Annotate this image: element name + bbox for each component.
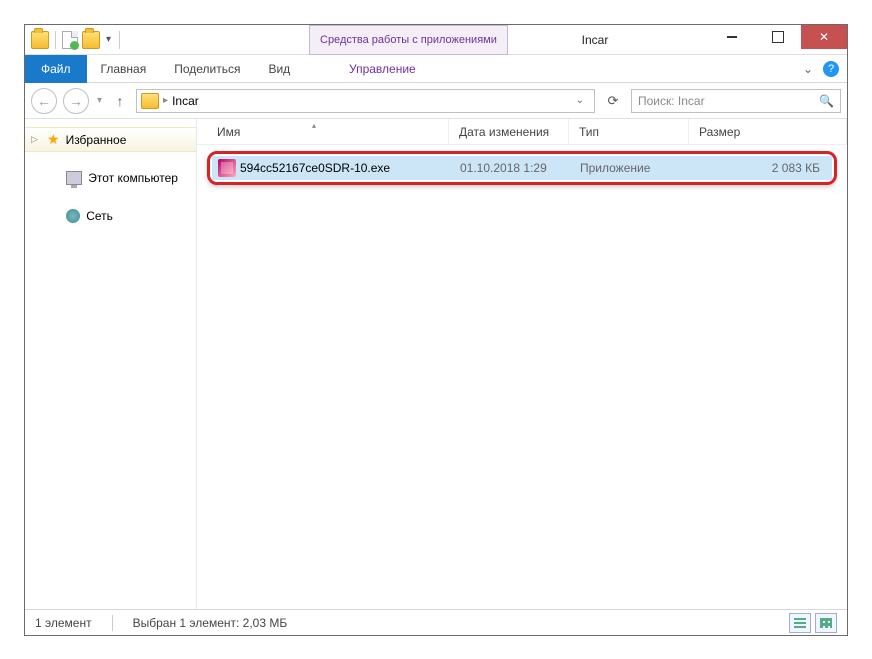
file-size: 2 083 КБ xyxy=(700,161,832,175)
up-button[interactable]: ↑ xyxy=(110,93,130,109)
properties-icon[interactable] xyxy=(62,31,78,49)
help-icon[interactable]: ? xyxy=(823,61,839,77)
search-icon: 🔍 xyxy=(819,94,834,108)
computer-icon xyxy=(66,171,82,185)
navigation-bar: ← → ▾ ↑ ▸ Incar ⌄ ⟳ Поиск: Incar 🔍 xyxy=(25,83,847,119)
navigation-pane: ▷ ★ Избранное ▷ Этот компьютер ▷ Сеть xyxy=(25,119,197,609)
sidebar-label: Этот компьютер xyxy=(88,171,178,185)
sidebar-label: Избранное xyxy=(66,133,127,147)
sort-indicator-icon: ▴ xyxy=(312,121,316,130)
file-date: 01.10.2018 1:29 xyxy=(460,161,580,175)
folder-icon xyxy=(141,93,159,109)
breadcrumb-item[interactable]: Incar xyxy=(172,94,199,108)
column-name[interactable]: Имя xyxy=(197,119,449,144)
expand-icon[interactable]: ▷ xyxy=(31,134,41,145)
manage-tab[interactable]: Управление xyxy=(335,55,430,83)
file-type: Приложение xyxy=(580,161,700,175)
sidebar-label: Сеть xyxy=(86,209,113,223)
caption-buttons xyxy=(709,25,847,49)
highlight-annotation: 594cc52167ce0SDR-10.exe 01.10.2018 1:29 … xyxy=(207,151,837,185)
back-button[interactable]: ← xyxy=(31,88,57,114)
details-view-button[interactable] xyxy=(789,613,811,633)
column-date[interactable]: Дата изменения xyxy=(449,119,569,144)
forward-button[interactable]: → xyxy=(63,88,89,114)
sidebar-network[interactable]: ▷ Сеть xyxy=(25,204,196,228)
maximize-button[interactable] xyxy=(755,25,801,49)
explorer-window: ▾ Средства работы с приложениями Incar Ф… xyxy=(24,24,848,636)
selection-info: Выбран 1 элемент: 2,03 МБ xyxy=(133,616,288,630)
view-tab[interactable]: Вид xyxy=(254,55,304,83)
column-size[interactable]: Размер xyxy=(689,119,847,144)
network-icon xyxy=(66,209,80,223)
body: ▷ ★ Избранное ▷ Этот компьютер ▷ Сеть ▴ … xyxy=(25,119,847,609)
chevron-right-icon[interactable]: ▸ xyxy=(163,95,168,106)
star-icon: ★ xyxy=(47,131,60,148)
app-tools-context-tab[interactable]: Средства работы с приложениями xyxy=(309,25,508,55)
refresh-button[interactable]: ⟳ xyxy=(601,93,625,109)
sidebar-favorites[interactable]: ▷ ★ Избранное xyxy=(25,127,196,152)
column-type[interactable]: Тип xyxy=(569,119,689,144)
minimize-button[interactable] xyxy=(709,25,755,49)
search-input[interactable]: Поиск: Incar 🔍 xyxy=(631,89,841,113)
file-list-pane: ▴ Имя Дата изменения Тип Размер 594cc521… xyxy=(197,119,847,609)
ribbon-collapse-icon[interactable]: ⌄ xyxy=(803,62,813,76)
status-bar: 1 элемент Выбран 1 элемент: 2,03 МБ xyxy=(25,609,847,635)
quick-access-toolbar: ▾ xyxy=(25,31,128,49)
sidebar-this-pc[interactable]: ▷ Этот компьютер xyxy=(25,166,196,190)
item-count: 1 элемент xyxy=(35,616,92,630)
context-tab-group: Средства работы с приложениями xyxy=(309,25,508,55)
titlebar: ▾ Средства работы с приложениями Incar xyxy=(25,25,847,55)
home-tab[interactable]: Главная xyxy=(87,55,161,83)
close-button[interactable] xyxy=(801,25,847,49)
file-tab[interactable]: Файл xyxy=(25,55,87,83)
file-name: 594cc52167ce0SDR-10.exe xyxy=(240,161,460,175)
window-title: Incar xyxy=(495,33,695,47)
ribbon: Файл Главная Поделиться Вид Управление ⌄… xyxy=(25,55,847,83)
column-headers: ▴ Имя Дата изменения Тип Размер xyxy=(197,119,847,145)
search-placeholder: Поиск: Incar xyxy=(638,94,705,108)
recent-locations-icon[interactable]: ▾ xyxy=(95,88,104,114)
address-dropdown-icon[interactable]: ⌄ xyxy=(570,95,590,106)
folder-icon[interactable] xyxy=(31,31,49,49)
address-bar[interactable]: ▸ Incar ⌄ xyxy=(136,89,595,113)
exe-icon xyxy=(218,159,236,177)
share-tab[interactable]: Поделиться xyxy=(160,55,254,83)
qat-dropdown-icon[interactable]: ▾ xyxy=(104,34,113,45)
icons-view-button[interactable] xyxy=(815,613,837,633)
file-row[interactable]: 594cc52167ce0SDR-10.exe 01.10.2018 1:29 … xyxy=(212,156,832,180)
new-folder-icon[interactable] xyxy=(82,31,100,49)
